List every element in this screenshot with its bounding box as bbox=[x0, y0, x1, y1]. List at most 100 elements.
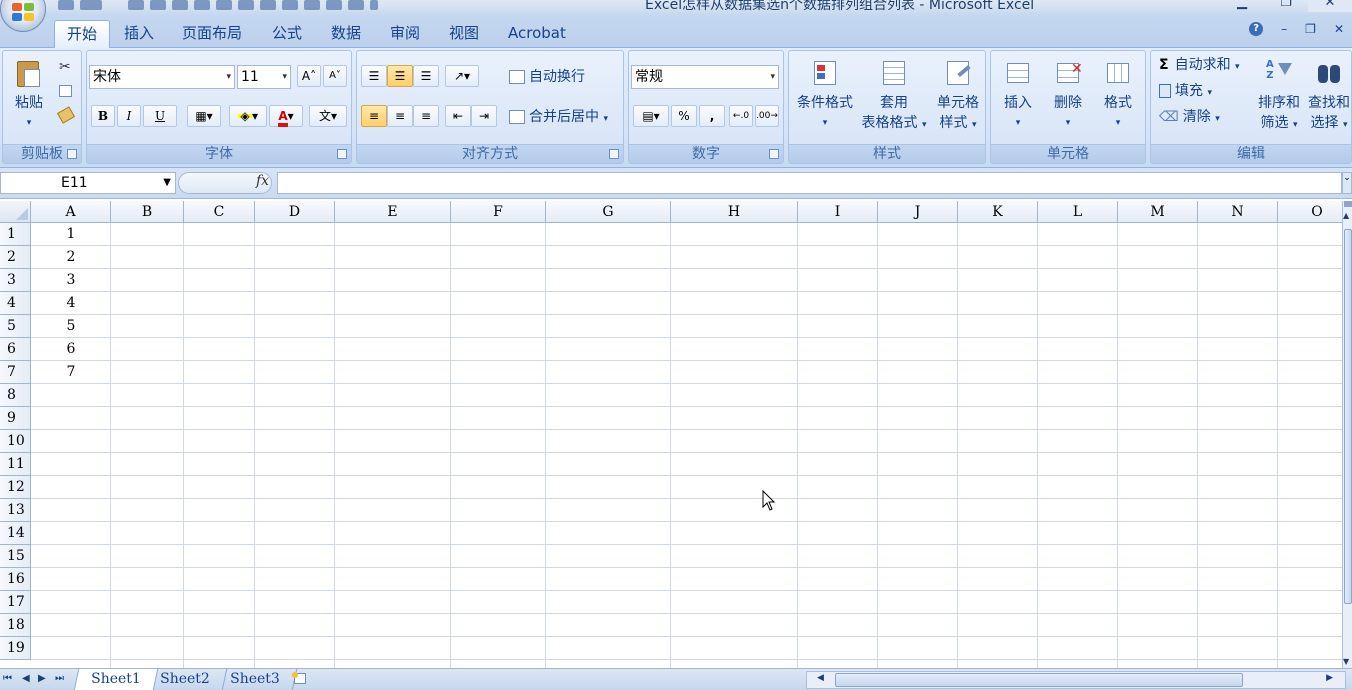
tab-view[interactable]: 视图 bbox=[437, 20, 491, 48]
grow-font-button[interactable]: A˄ bbox=[297, 65, 321, 87]
row-header[interactable]: 14 bbox=[0, 522, 31, 545]
font-name-combo[interactable]: 宋体 ▾ bbox=[89, 65, 235, 89]
number-format-combo[interactable]: 常规 ▾ bbox=[631, 65, 779, 89]
name-box[interactable]: E11 ▼ bbox=[0, 172, 176, 194]
align-center-button[interactable]: ≡ bbox=[387, 105, 413, 127]
scroll-right-icon[interactable]: ▶ bbox=[1326, 673, 1333, 683]
scroll-down-icon[interactable]: ▼ bbox=[1343, 657, 1349, 666]
column-header[interactable]: F bbox=[451, 201, 546, 223]
clear-dropdown-icon[interactable]: ▾ bbox=[1215, 114, 1220, 124]
row-header[interactable]: 11 bbox=[0, 453, 31, 476]
column-header[interactable]: L bbox=[1038, 201, 1118, 223]
paste-button[interactable]: 粘贴 ▾ bbox=[9, 59, 49, 133]
insert-function-button[interactable]: fx bbox=[256, 173, 269, 189]
clipboard-launcher-icon[interactable] bbox=[67, 149, 77, 159]
copy-icon[interactable] bbox=[59, 85, 72, 97]
sort-icon[interactable] bbox=[194, 0, 210, 10]
bold-button[interactable]: B bbox=[91, 105, 115, 127]
fill-color-button[interactable]: ◈ ▾ bbox=[229, 105, 267, 127]
row-header[interactable]: 17 bbox=[0, 591, 31, 614]
autosum-dropdown-icon[interactable]: ▾ bbox=[1235, 62, 1240, 72]
save-icon[interactable] bbox=[58, 0, 74, 10]
ribbon-restore-icon[interactable]: ❐ bbox=[1305, 22, 1316, 36]
phonetic-button[interactable]: 文▾ bbox=[309, 105, 347, 127]
align-middle-button[interactable]: ☰ bbox=[387, 65, 413, 87]
row-header[interactable]: 7 bbox=[0, 361, 31, 384]
layout-icon[interactable] bbox=[172, 0, 188, 10]
row-header[interactable]: 4 bbox=[0, 292, 31, 315]
align-bottom-button[interactable]: ☰ bbox=[413, 65, 439, 87]
column-header[interactable]: E bbox=[335, 201, 451, 223]
column-header[interactable]: I bbox=[798, 201, 878, 223]
row-header[interactable]: 16 bbox=[0, 568, 31, 591]
font-launcher-icon[interactable] bbox=[337, 149, 347, 159]
underline-button[interactable]: U bbox=[143, 105, 177, 127]
next-sheet-icon[interactable]: ▶ bbox=[38, 673, 46, 684]
find-select-button[interactable]: 查找和 选择 ▾ bbox=[1305, 59, 1352, 135]
cell-A4[interactable]: 4 bbox=[31, 292, 111, 315]
cell-A1[interactable]: 1 bbox=[31, 223, 111, 246]
customize-qat-icon[interactable] bbox=[370, 0, 378, 10]
increase-indent-button[interactable]: ⇥ bbox=[471, 105, 497, 127]
horizontal-scrollbar[interactable]: ◀ ▶ bbox=[806, 671, 1346, 689]
edit-icon[interactable] bbox=[304, 0, 320, 10]
conditional-format-button[interactable]: 条件格式 ▾ bbox=[791, 59, 859, 133]
new-document-icon[interactable] bbox=[150, 0, 166, 10]
vertical-split-handle[interactable] bbox=[1344, 201, 1352, 207]
column-header[interactable]: D bbox=[255, 201, 335, 223]
sort-filter-dropdown-icon[interactable]: ▾ bbox=[1293, 120, 1298, 130]
cell-A7[interactable]: 7 bbox=[31, 361, 111, 384]
print-preview-icon[interactable] bbox=[128, 0, 144, 10]
row-header[interactable]: 19 bbox=[0, 637, 31, 660]
column-header[interactable]: G bbox=[546, 201, 671, 223]
row-header[interactable]: 12 bbox=[0, 476, 31, 499]
tab-insert[interactable]: 插入 bbox=[112, 20, 166, 48]
row-header[interactable]: 10 bbox=[0, 430, 31, 453]
select-all-button[interactable] bbox=[0, 201, 31, 223]
ribbon-minimize-icon[interactable]: – bbox=[1281, 22, 1287, 36]
cell-A2[interactable]: 2 bbox=[31, 246, 111, 269]
name-box-dropdown-icon[interactable]: ▼ bbox=[163, 173, 171, 193]
row-header[interactable]: 9 bbox=[0, 407, 31, 430]
row-header[interactable]: 15 bbox=[0, 545, 31, 568]
font-size-dropdown-icon[interactable]: ▾ bbox=[282, 66, 287, 88]
column-header[interactable]: M bbox=[1118, 201, 1198, 223]
row-header[interactable]: 2 bbox=[0, 246, 31, 269]
accounting-format-button[interactable]: ▤▾ bbox=[633, 105, 669, 127]
tools-icon[interactable] bbox=[238, 0, 254, 10]
shrink-font-button[interactable]: A˅ bbox=[323, 65, 347, 87]
row-header[interactable]: 1 bbox=[0, 223, 31, 246]
column-header[interactable]: A bbox=[31, 201, 111, 223]
number-format-dropdown-icon[interactable]: ▾ bbox=[770, 66, 775, 88]
first-sheet-icon[interactable]: ⏮ bbox=[3, 673, 12, 684]
last-sheet-icon[interactable]: ⏭ bbox=[55, 673, 64, 684]
increase-decimal-button[interactable]: ←.0 bbox=[729, 105, 753, 127]
format-cells-button[interactable]: 格式 ▾ bbox=[1095, 59, 1141, 133]
cut-icon[interactable]: ✂ bbox=[59, 59, 71, 75]
insert-cells-button[interactable]: 插入 ▾ bbox=[995, 59, 1041, 133]
format-as-table-button[interactable]: 套用 表格格式 ▾ bbox=[857, 59, 931, 135]
merge-center-button[interactable]: 合并后居中 ▾ bbox=[509, 107, 608, 129]
font-color-button[interactable]: A▾ bbox=[269, 105, 303, 127]
row-header[interactable]: 3 bbox=[0, 269, 31, 292]
horizontal-scroll-thumb[interactable] bbox=[835, 673, 1243, 687]
alignment-launcher-icon[interactable] bbox=[609, 149, 619, 159]
cell-styles-dropdown-icon[interactable]: ▾ bbox=[972, 120, 977, 130]
delete-cells-button[interactable]: ✕ 删除 ▾ bbox=[1045, 59, 1091, 133]
tab-formulas[interactable]: 公式 bbox=[260, 20, 314, 48]
mail-icon[interactable] bbox=[348, 0, 364, 10]
find-select-dropdown-icon[interactable]: ▾ bbox=[1343, 120, 1348, 130]
decrease-decimal-button[interactable]: .00→ bbox=[755, 105, 779, 127]
comma-button[interactable]: , bbox=[699, 105, 725, 127]
cell-A3[interactable]: 3 bbox=[31, 269, 111, 292]
align-left-button[interactable]: ≡ bbox=[361, 105, 387, 127]
insert-cells-dropdown-icon[interactable]: ▾ bbox=[995, 113, 1041, 133]
vertical-scrollbar[interactable]: ▲ ▼ bbox=[1342, 201, 1352, 668]
row-header[interactable]: 8 bbox=[0, 384, 31, 407]
column-header[interactable]: J bbox=[878, 201, 958, 223]
tab-home[interactable]: 开始 bbox=[54, 20, 111, 49]
print-icon-2[interactable] bbox=[282, 0, 298, 10]
format-as-table-dropdown-icon[interactable]: ▾ bbox=[922, 120, 927, 130]
clear-button[interactable]: ⌫ 清除 ▾ bbox=[1159, 107, 1220, 129]
prev-sheet-icon[interactable]: ◀ bbox=[22, 673, 30, 684]
